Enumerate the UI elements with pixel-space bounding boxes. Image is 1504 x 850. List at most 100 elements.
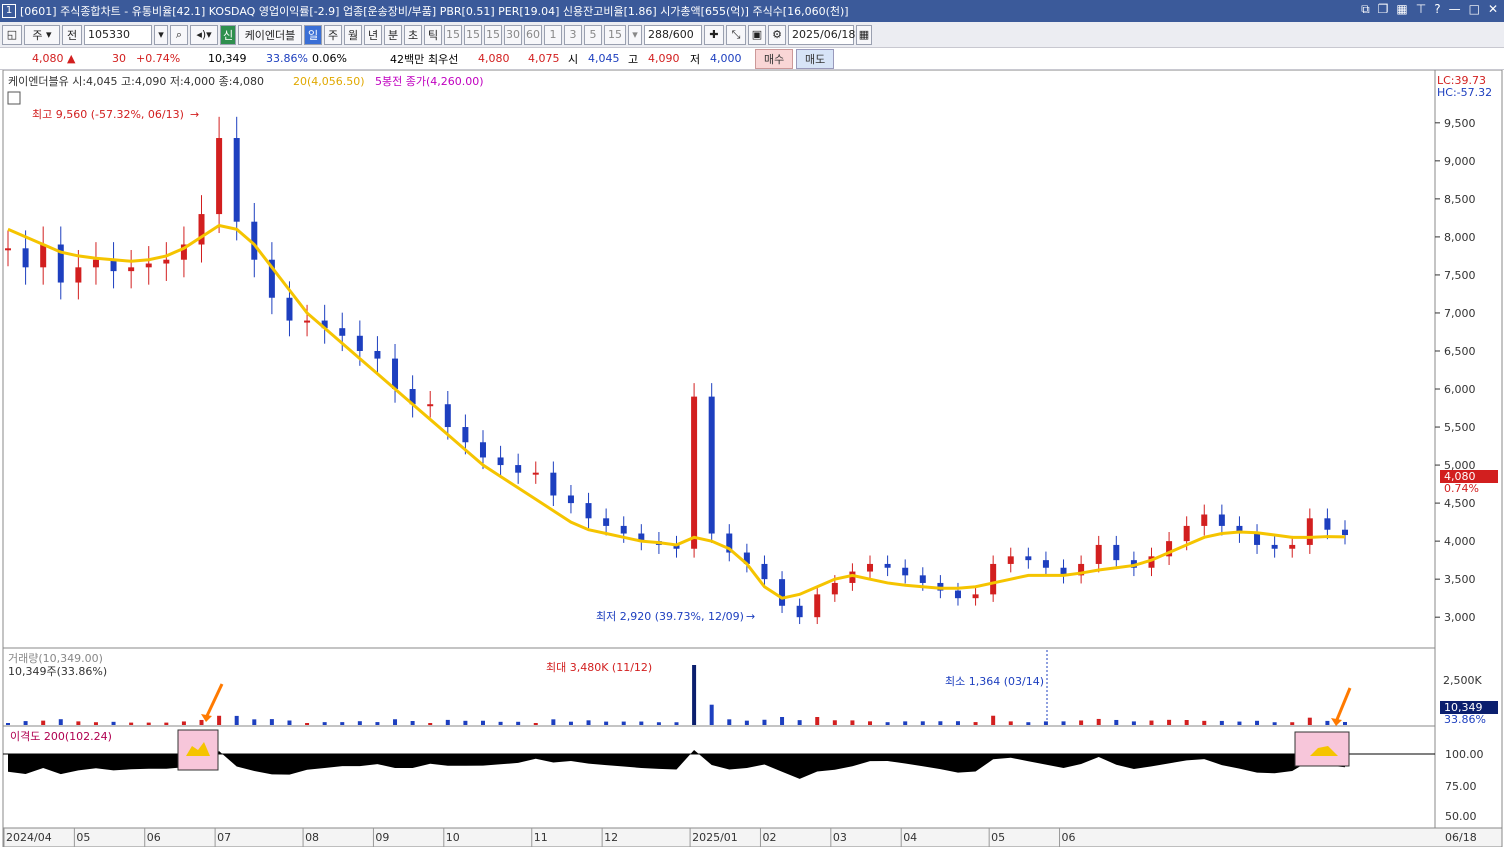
crosshair-icon[interactable]: ✚ (704, 24, 724, 45)
candle-body (1218, 514, 1225, 526)
candle-body (1095, 544, 1102, 564)
x-axis-label: 07 (217, 831, 231, 844)
pin-icon[interactable]: ⊤ (1416, 2, 1426, 17)
candle-body (585, 503, 592, 519)
tab-minute[interactable]: 분 (384, 24, 402, 45)
candle-body (1201, 514, 1208, 526)
volume-bar (305, 723, 310, 725)
candle-body (532, 472, 539, 475)
candle-body (1113, 544, 1120, 561)
minute-button[interactable]: 60 (524, 24, 542, 45)
calendar-icon[interactable]: ▦ (856, 24, 872, 45)
minute-button[interactable]: 1 (544, 24, 562, 45)
minute-dropdown-icon[interactable]: ▾ (628, 24, 642, 45)
tab-day[interactable]: 일 (304, 24, 322, 45)
tab-month[interactable]: 월 (344, 24, 362, 45)
volume-bar (868, 721, 873, 725)
candle-body (110, 259, 117, 272)
volume-bar (850, 720, 855, 725)
gear-icon[interactable]: ⚙ (768, 24, 786, 45)
minute-button[interactable]: 15 (484, 24, 502, 45)
layout-icon[interactable]: ▦ (1396, 2, 1407, 17)
buy-button[interactable]: 매수 (755, 48, 794, 69)
volume-bar (1272, 722, 1277, 725)
code-dropdown-icon[interactable]: ▾ (154, 24, 168, 45)
stock-name: 케이엔더블 (238, 24, 302, 45)
volume-bar (709, 704, 714, 725)
stock-chart[interactable]: 9,500 9,000 8,500 8,000 7,500 7,000 6,500 6,000… (0, 69, 1504, 848)
tab-tick[interactable]: 틱 (424, 24, 442, 45)
candle-body (990, 563, 997, 595)
volume-bar (6, 723, 10, 725)
help-icon[interactable]: ? (1434, 2, 1440, 17)
disparity-tick-75: 75.00 (1445, 780, 1477, 793)
minute-button[interactable]: 15 (604, 24, 626, 45)
sell-button[interactable]: 매도 (796, 48, 835, 69)
tab-year[interactable]: 년 (364, 24, 382, 45)
search-icon[interactable]: ⌕ (170, 24, 188, 45)
link-icon[interactable]: ⧉ (1361, 2, 1370, 17)
tab-second[interactable]: 초 (404, 24, 422, 45)
period-select[interactable]: 주 ▾ (24, 24, 60, 45)
volume-bar (357, 721, 362, 725)
grid-toggle-icon[interactable] (7, 91, 21, 105)
volume-bar (955, 721, 960, 725)
candle-body (1271, 544, 1278, 549)
restore-icon[interactable]: ❐ (1378, 2, 1389, 17)
volume-bar (1290, 722, 1295, 725)
candle-body (1324, 518, 1331, 530)
bar-count-input[interactable]: 288/600 (644, 24, 702, 45)
close-icon[interactable]: ✕ (1488, 2, 1498, 17)
candle-body (5, 248, 11, 251)
price-tick-label: 4,500 (1444, 497, 1476, 510)
volume-bar (1149, 720, 1154, 725)
volume-bar (1219, 720, 1224, 725)
candle-body (392, 358, 399, 390)
volume-bar (1061, 721, 1066, 725)
chart-area[interactable]: 9,500 9,000 8,500 8,000 7,500 7,000 6,500 6,000… (0, 69, 1504, 848)
volume-bar (76, 721, 81, 725)
minimize-icon[interactable]: — (1449, 2, 1461, 17)
candle-body (919, 575, 926, 583)
candle-body (779, 579, 786, 606)
candle-body (1254, 533, 1261, 545)
candle-body (567, 495, 574, 504)
prev-button[interactable]: 전 (62, 24, 82, 45)
high-arrow-icon: → (190, 108, 199, 121)
volume-bar (217, 715, 222, 725)
sound-icon[interactable]: ◂)▾ (190, 24, 218, 45)
x-axis-label: 04 (903, 831, 917, 844)
ma-legend: 20(4,056.50) (293, 75, 365, 88)
volume-bar (146, 722, 151, 725)
x-axis-label: 10 (446, 831, 460, 844)
minute-button[interactable]: 15 (444, 24, 462, 45)
volume-bar (692, 665, 697, 725)
tab-week[interactable]: 주 (324, 24, 342, 45)
date-input[interactable]: 2025/06/18 (788, 24, 855, 45)
candle-body (128, 267, 135, 272)
volume-bar (1008, 721, 1013, 725)
stock-code-input[interactable]: 105330 (84, 24, 152, 45)
price-tick-label: 6,000 (1444, 383, 1476, 396)
chart-toolbar: ◱ 주 ▾ 전 105330 ▾ ⌕ ◂)▾ 신 케이엔더블 일 주 월 년 분… (0, 22, 1504, 48)
draw-tool-icon[interactable]: ⤡ (726, 24, 746, 45)
candle-body (1306, 518, 1313, 545)
credit-badge: 신 (220, 24, 236, 45)
maximize-icon[interactable]: □ (1469, 2, 1480, 17)
minute-button[interactable]: 15 (464, 24, 482, 45)
volume-y-tick: 2,500K (1443, 674, 1482, 687)
chart-settings-icon[interactable]: ◱ (2, 24, 22, 45)
candle-body (902, 567, 909, 576)
minute-button[interactable]: 30 (504, 24, 522, 45)
volume-bar (604, 721, 609, 725)
save-icon[interactable]: ▣ (748, 24, 766, 45)
minute-button[interactable]: 5 (584, 24, 602, 45)
x-axis-label: 06 (1062, 831, 1076, 844)
volume-bar (480, 720, 485, 725)
volume-bar (1026, 722, 1031, 725)
volume-bar (23, 721, 28, 725)
volume-bar (1167, 719, 1172, 725)
volume-bar (1202, 720, 1207, 725)
disparity-legend: 이격도 200(102.24) (10, 730, 112, 743)
minute-button[interactable]: 3 (564, 24, 582, 45)
